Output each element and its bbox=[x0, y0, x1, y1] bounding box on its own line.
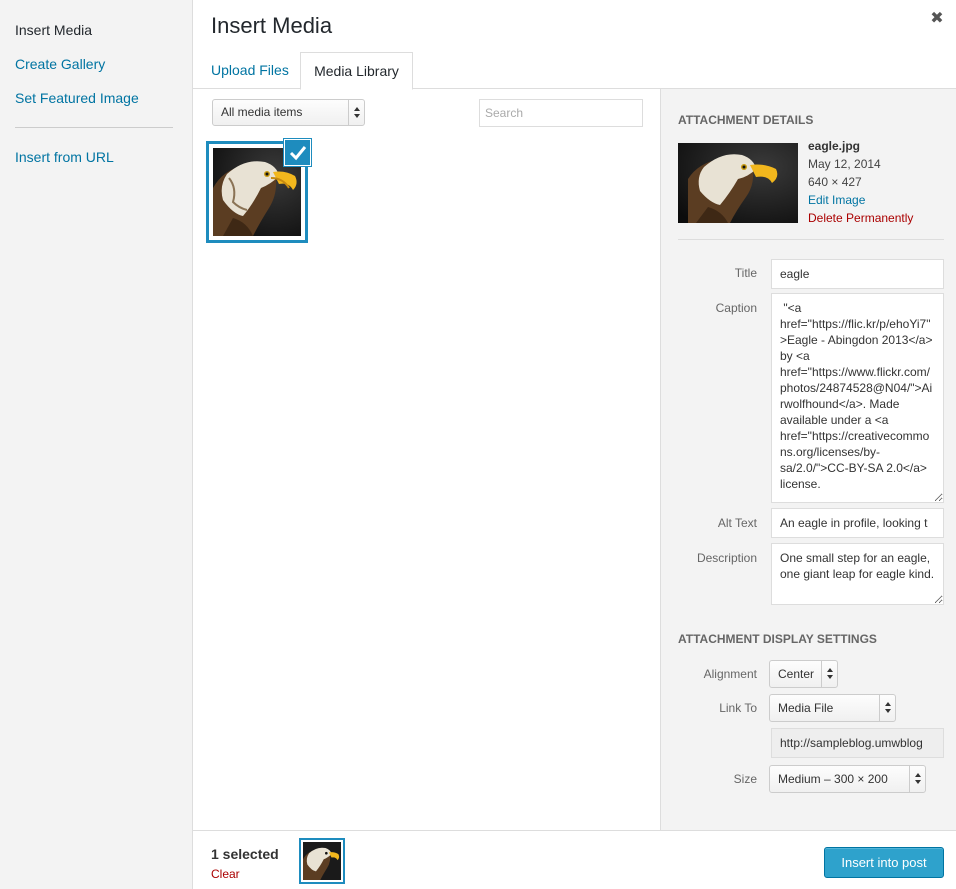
media-filter-value: All media items bbox=[221, 105, 303, 119]
checkmark-icon[interactable] bbox=[284, 139, 311, 166]
title-field[interactable] bbox=[771, 259, 944, 289]
router-tabs: Upload Files Media Library bbox=[193, 52, 956, 90]
attachment-details-sidebar: Attachment Details eagle.jpg May 12, 201… bbox=[660, 89, 956, 830]
description-field[interactable]: One small step for an eagle, one giant l… bbox=[771, 543, 944, 605]
toolbar-divider bbox=[193, 830, 956, 831]
media-filter-select[interactable]: All media items bbox=[212, 99, 365, 126]
alt-text-label: Alt Text bbox=[717, 516, 757, 530]
eagle-photo-mini bbox=[303, 842, 341, 880]
attachment-details-heading: Attachment Details bbox=[678, 113, 814, 127]
delete-permanently-link[interactable]: Delete Permanently bbox=[808, 211, 913, 225]
title-label: Title bbox=[734, 266, 757, 280]
edit-image-link[interactable]: Edit Image bbox=[808, 193, 865, 207]
link-to-select[interactable]: Media File bbox=[769, 694, 896, 722]
display-settings-heading: Attachment Display Settings bbox=[678, 632, 877, 646]
select-arrows-icon bbox=[909, 766, 925, 792]
size-label: Size bbox=[733, 772, 757, 786]
modal-title: Insert Media bbox=[211, 13, 333, 38]
details-divider bbox=[678, 239, 944, 240]
menu-item-create-gallery[interactable]: Create Gallery bbox=[15, 56, 105, 72]
selection-count: 1 selected bbox=[211, 846, 279, 862]
size-value: Medium – 300 × 200 bbox=[778, 772, 888, 786]
attachment-dimensions: 640 × 427 bbox=[808, 175, 862, 189]
select-arrows-icon bbox=[821, 661, 837, 687]
menu-item-insert-media[interactable]: Insert Media bbox=[15, 22, 92, 38]
attachment-date: May 12, 2014 bbox=[808, 157, 881, 171]
link-to-label: Link To bbox=[719, 701, 757, 715]
eagle-photo-preview bbox=[678, 143, 798, 223]
description-label: Description bbox=[696, 551, 757, 565]
alignment-value: Center bbox=[778, 667, 815, 681]
menu-separator bbox=[15, 127, 173, 128]
select-arrows-icon bbox=[879, 695, 895, 721]
tab-media-library[interactable]: Media Library bbox=[300, 52, 413, 90]
link-to-value: Media File bbox=[778, 701, 834, 715]
alignment-select[interactable]: Center bbox=[769, 660, 838, 688]
select-arrows-icon bbox=[348, 100, 364, 125]
selection-thumbnail[interactable] bbox=[299, 838, 345, 884]
close-icon[interactable]: ✖ bbox=[926, 8, 948, 30]
caption-label: Caption bbox=[715, 301, 757, 315]
tab-upload-files[interactable]: Upload Files bbox=[211, 52, 289, 89]
menu-item-set-featured-image[interactable]: Set Featured Image bbox=[15, 90, 139, 106]
size-select[interactable]: Medium – 300 × 200 bbox=[769, 765, 926, 793]
menu-item-insert-from-url[interactable]: Insert from URL bbox=[15, 149, 114, 165]
insert-into-post-button[interactable]: Insert into post bbox=[824, 847, 944, 878]
media-menu: Insert Media Create Gallery Set Featured… bbox=[0, 0, 193, 889]
clear-selection-link[interactable]: Clear bbox=[211, 867, 240, 881]
search-input[interactable] bbox=[479, 99, 643, 127]
attachment-filename: eagle.jpg bbox=[808, 139, 861, 153]
alignment-label: Alignment bbox=[703, 667, 757, 681]
alt-text-field[interactable] bbox=[771, 508, 944, 538]
link-url-field[interactable]: http://sampleblog.umwblog bbox=[771, 728, 944, 758]
caption-field[interactable]: "<a href="https://flic.kr/p/ehoYi7">Eagl… bbox=[771, 293, 944, 503]
